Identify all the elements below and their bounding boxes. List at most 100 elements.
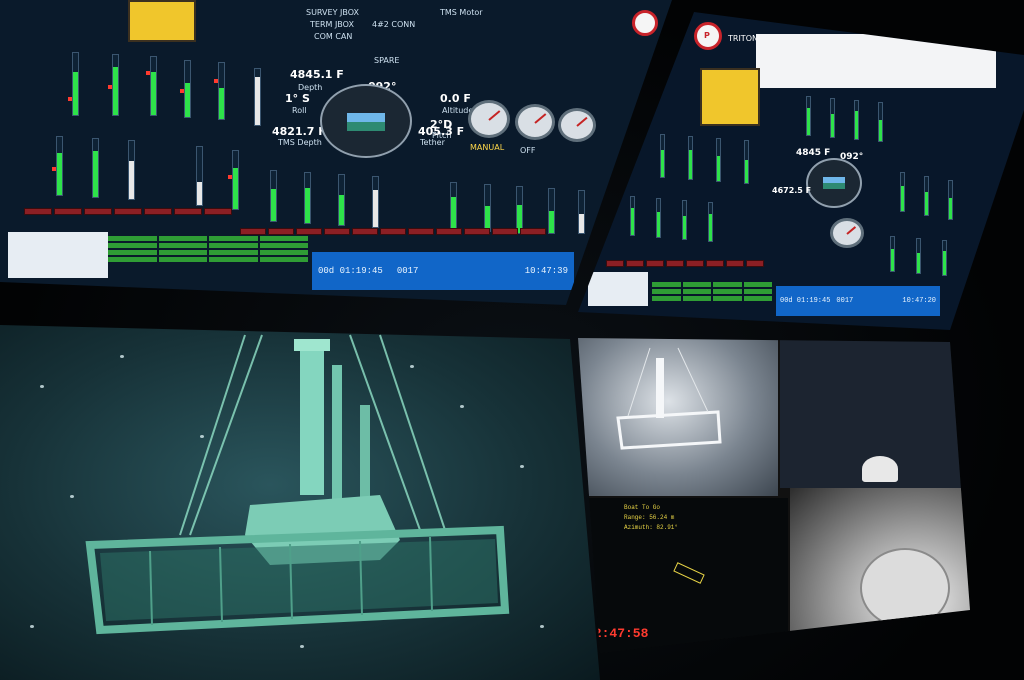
camera-feed-2 <box>780 338 970 488</box>
gauge-bar <box>948 180 953 220</box>
alarm-button-row[interactable] <box>606 260 764 267</box>
menu-item[interactable]: COM CAN <box>314 32 352 41</box>
menu-item[interactable]: SPARE <box>374 56 399 65</box>
elapsed-time: 00d 01:19:45 <box>780 297 831 305</box>
alarm-button-row[interactable] <box>240 228 546 235</box>
gauge-bar <box>806 96 811 136</box>
pressure-gauge <box>830 218 864 248</box>
tms-depth-readout: 4821.7 F <box>272 125 326 138</box>
logo-letter: P <box>704 31 710 40</box>
gauge-bar <box>68 52 79 116</box>
power-status-icon[interactable] <box>632 10 658 36</box>
gauge-bar <box>254 68 261 126</box>
camera-feed-1 <box>578 338 778 496</box>
subsea-lift-frame-image <box>85 334 510 635</box>
depth-label: Depth <box>298 83 323 92</box>
tms-depth-label: TMS Depth <box>278 138 322 147</box>
gauge-bar <box>854 100 859 140</box>
marine-snow <box>300 645 304 648</box>
clock: 10:47:39 <box>524 266 568 276</box>
gauge-bar <box>214 62 225 120</box>
menu-item[interactable]: TMS Motor <box>440 8 483 17</box>
gauge-bar <box>180 60 191 118</box>
marine-snow <box>520 465 524 468</box>
gauge-bar <box>338 174 345 226</box>
gauge-bar <box>52 136 63 196</box>
gauge-bar <box>830 98 835 138</box>
nav-title: Boat To Go <box>624 504 661 511</box>
gauge-bar <box>656 198 661 238</box>
menu-item[interactable]: SURVEY JBOX <box>306 8 359 17</box>
gauge-bar <box>146 56 157 116</box>
elapsed-time: 00d 01:19:45 <box>318 266 383 276</box>
gauge-bar <box>900 172 905 212</box>
altitude-readout: 0.0 F <box>440 92 471 105</box>
gauge-bar <box>372 176 379 228</box>
quad-camera-monitor: Boat To Go Range: 56.24 m Azimuth: 82.91… <box>578 338 970 653</box>
manual-indicator[interactable]: MANUAL <box>470 143 504 152</box>
navigation-display: Boat To Go Range: 56.24 m Azimuth: 82.91… <box>578 498 788 653</box>
gauge-bar <box>516 186 523 234</box>
marine-snow <box>460 405 464 408</box>
gauge-bar <box>916 238 921 274</box>
left-control-monitor: 4845.1 F Depth 092° 0.0 F Altitude 2°D P… <box>0 0 672 305</box>
dive-number: 0017 <box>396 266 419 276</box>
marine-snow <box>40 385 44 388</box>
rov-top-view-icon <box>700 68 760 126</box>
attitude-compass <box>320 84 412 158</box>
attitude-compass <box>806 158 862 208</box>
marine-snow <box>200 435 204 438</box>
gauge-bar <box>196 146 203 206</box>
marine-snow <box>410 365 414 368</box>
menu-item[interactable]: TERM JBOX <box>310 20 354 29</box>
gauge-bar <box>548 188 555 234</box>
rov-side-diagram <box>588 272 648 306</box>
gauge-bar <box>924 176 929 216</box>
nav-range: Range: 56.24 m <box>624 514 675 521</box>
gauge-bar <box>228 150 239 210</box>
gauge-bar <box>108 54 119 116</box>
gauge-bar <box>890 236 895 272</box>
menu-item[interactable]: 4#2 CONN <box>372 20 415 29</box>
gauge-bar <box>578 190 585 234</box>
vessel-marker-icon <box>673 562 705 584</box>
gauge-bar <box>92 138 99 198</box>
tether-readout: 405.3 F <box>418 125 465 138</box>
depth-readout: 4845 F <box>796 148 831 158</box>
pressure-gauge-3 <box>558 108 596 142</box>
marine-snow <box>30 625 34 628</box>
roll-readout: 1° S <box>285 92 310 105</box>
roll-label: Roll <box>292 106 307 115</box>
pressure-gauge-2 <box>515 104 555 140</box>
main-camera-feed <box>0 325 600 680</box>
heading-readout: 092° <box>840 152 864 162</box>
gauge-bar <box>878 102 883 142</box>
gauge-bar <box>688 136 693 180</box>
alarm-button-row[interactable] <box>24 208 232 215</box>
gauge-bar <box>128 140 135 200</box>
gauge-bar <box>716 138 721 182</box>
nav-azimuth: Azimuth: 82.91° <box>624 524 679 531</box>
tether-label: Tether <box>420 138 445 147</box>
status-bar: 00d 01:19:45 0017 10:47:20 <box>776 286 940 316</box>
system-status-grid <box>108 236 308 262</box>
marine-snow <box>120 355 124 358</box>
marine-snow <box>70 495 74 498</box>
depth-readout: 4845.1 F <box>290 68 344 81</box>
marine-snow <box>540 625 544 628</box>
gauge-bar <box>450 182 457 230</box>
rov-side-diagram <box>8 232 108 278</box>
gauge-bar <box>744 140 749 184</box>
gauge-bar <box>942 240 947 276</box>
rov-top-view-icon <box>128 0 196 42</box>
clock: 10:47:20 <box>902 297 936 305</box>
off-indicator[interactable]: OFF <box>520 146 536 155</box>
gauge-bar <box>304 172 311 224</box>
gauge-bar <box>660 134 665 178</box>
status-bar: 00d 01:19:45 0017 10:47:39 <box>312 252 574 290</box>
dive-number: 0017 <box>836 297 854 305</box>
tms-depth-readout: 4672.5 F <box>772 186 812 195</box>
system-status-grid <box>652 282 772 301</box>
lift-frame-thumbnail <box>616 347 722 450</box>
manipulator-dome <box>862 456 898 482</box>
